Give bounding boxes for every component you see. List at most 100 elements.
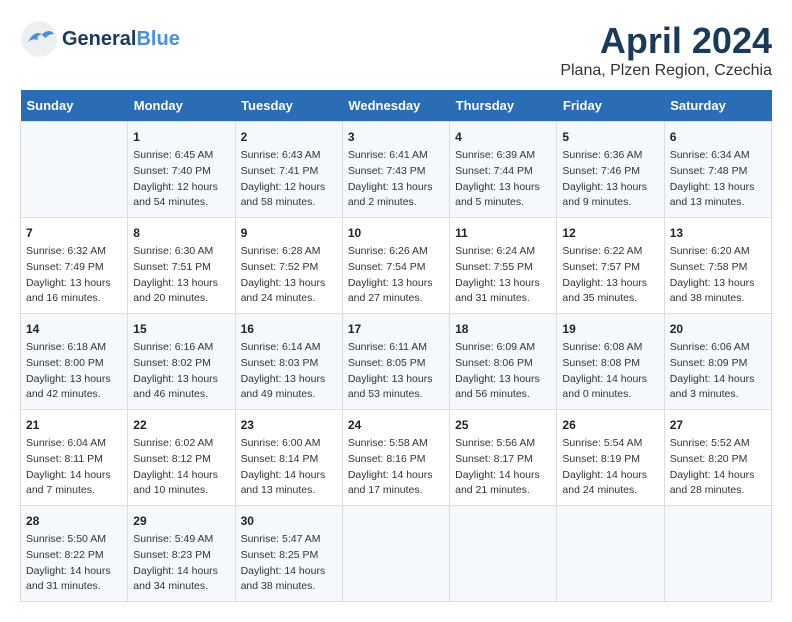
day-info: Sunrise: 6:00 AM Sunset: 8:14 PM Dayligh…	[241, 436, 337, 499]
logo-blue: Blue	[136, 28, 179, 50]
calendar-cell: 22 Sunrise: 6:02 AM Sunset: 8:12 PM Dayli…	[128, 410, 235, 506]
day-number: 27	[670, 416, 766, 434]
calendar-cell: 30 Sunrise: 5:47 AM Sunset: 8:25 PM Dayli…	[235, 506, 342, 602]
day-number: 16	[241, 320, 337, 338]
day-header-saturday: Saturday	[664, 90, 771, 122]
calendar-cell: 20Sunrise: 6:06 AM Sunset: 8:09 PM Dayli…	[664, 314, 771, 410]
calendar-cell	[557, 506, 664, 602]
day-header-monday: Monday	[128, 90, 235, 122]
day-header-thursday: Thursday	[450, 90, 557, 122]
day-number: 25	[455, 416, 551, 434]
day-info: Sunrise: 5:47 AM Sunset: 8:25 PM Dayligh…	[241, 532, 337, 595]
day-number: 1	[133, 128, 229, 146]
day-number: 2	[241, 128, 337, 146]
calendar-cell: 27 Sunrise: 5:52 AM Sunset: 8:20 PM Dayli…	[664, 410, 771, 506]
calendar-title: April 2024	[560, 20, 772, 62]
logo: GeneralBlue	[20, 20, 180, 58]
day-number: 21	[26, 416, 122, 434]
day-number: 23	[241, 416, 337, 434]
calendar-cell	[342, 506, 449, 602]
day-info: Sunrise: 6:08 AM Sunset: 8:08 PM Dayligh…	[562, 340, 658, 403]
day-number: 30	[241, 512, 337, 530]
day-number: 17	[348, 320, 444, 338]
header-row: SundayMondayTuesdayWednesdayThursdayFrid…	[21, 90, 772, 122]
day-info: Sunrise: 5:52 AM Sunset: 8:20 PM Dayligh…	[670, 436, 766, 499]
day-number: 19	[562, 320, 658, 338]
day-number: 26	[562, 416, 658, 434]
day-number: 18	[455, 320, 551, 338]
day-info: Sunrise: 6:06 AM Sunset: 8:09 PM Dayligh…	[670, 340, 766, 403]
day-number: 28	[26, 512, 122, 530]
day-number: 22	[133, 416, 229, 434]
day-header-sunday: Sunday	[21, 90, 128, 122]
day-number: 8	[133, 224, 229, 242]
day-info: Sunrise: 6:41 AM Sunset: 7:43 PM Dayligh…	[348, 148, 444, 211]
calendar-cell: 21 Sunrise: 6:04 AM Sunset: 8:11 PM Dayli…	[21, 410, 128, 506]
calendar-cell: 28 Sunrise: 5:50 AM Sunset: 8:22 PM Dayli…	[21, 506, 128, 602]
day-number: 10	[348, 224, 444, 242]
day-header-tuesday: Tuesday	[235, 90, 342, 122]
calendar-cell	[664, 506, 771, 602]
day-info: Sunrise: 5:58 AM Sunset: 8:16 PM Dayligh…	[348, 436, 444, 499]
calendar-cell: 7Sunrise: 6:32 AM Sunset: 7:49 PM Daylig…	[21, 218, 128, 314]
day-info: Sunrise: 6:32 AM Sunset: 7:49 PM Dayligh…	[26, 244, 122, 307]
page-header: GeneralBlue April 2024 Plana, Plzen Regi…	[20, 20, 772, 80]
day-info: Sunrise: 6:18 AM Sunset: 8:00 PM Dayligh…	[26, 340, 122, 403]
day-info: Sunrise: 5:54 AM Sunset: 8:19 PM Dayligh…	[562, 436, 658, 499]
day-info: Sunrise: 6:11 AM Sunset: 8:05 PM Dayligh…	[348, 340, 444, 403]
calendar-cell: 19 Sunrise: 6:08 AM Sunset: 8:08 PM Dayli…	[557, 314, 664, 410]
calendar-cell: 29 Sunrise: 5:49 AM Sunset: 8:23 PM Dayli…	[128, 506, 235, 602]
day-info: Sunrise: 6:09 AM Sunset: 8:06 PM Dayligh…	[455, 340, 551, 403]
calendar-cell: 5 Sunrise: 6:36 AM Sunset: 7:46 PM Daylig…	[557, 122, 664, 218]
calendar-body: 1Sunrise: 6:45 AM Sunset: 7:40 PM Daylig…	[21, 122, 772, 602]
day-number: 29	[133, 512, 229, 530]
calendar-cell: 24Sunrise: 5:58 AM Sunset: 8:16 PM Dayli…	[342, 410, 449, 506]
day-number: 9	[241, 224, 337, 242]
calendar-week-5: 28 Sunrise: 5:50 AM Sunset: 8:22 PM Dayli…	[21, 506, 772, 602]
day-info: Sunrise: 5:56 AM Sunset: 8:17 PM Dayligh…	[455, 436, 551, 499]
calendar-cell: 16Sunrise: 6:14 AM Sunset: 8:03 PM Dayli…	[235, 314, 342, 410]
day-info: Sunrise: 6:04 AM Sunset: 8:11 PM Dayligh…	[26, 436, 122, 499]
day-info: Sunrise: 6:36 AM Sunset: 7:46 PM Dayligh…	[562, 148, 658, 211]
calendar-cell: 25 Sunrise: 5:56 AM Sunset: 8:17 PM Dayli…	[450, 410, 557, 506]
day-number: 13	[670, 224, 766, 242]
calendar-cell: 11 Sunrise: 6:24 AM Sunset: 7:55 PM Dayli…	[450, 218, 557, 314]
logo-text-block: GeneralBlue	[62, 28, 180, 50]
calendar-week-2: 7Sunrise: 6:32 AM Sunset: 7:49 PM Daylig…	[21, 218, 772, 314]
calendar-cell: 18 Sunrise: 6:09 AM Sunset: 8:06 PM Dayli…	[450, 314, 557, 410]
day-number: 15	[133, 320, 229, 338]
calendar-cell: 17 Sunrise: 6:11 AM Sunset: 8:05 PM Dayli…	[342, 314, 449, 410]
day-header-friday: Friday	[557, 90, 664, 122]
day-info: Sunrise: 6:39 AM Sunset: 7:44 PM Dayligh…	[455, 148, 551, 211]
title-block: April 2024 Plana, Plzen Region, Czechia	[560, 20, 772, 80]
calendar-cell: 10Sunrise: 6:26 AM Sunset: 7:54 PM Dayli…	[342, 218, 449, 314]
day-info: Sunrise: 6:30 AM Sunset: 7:51 PM Dayligh…	[133, 244, 229, 307]
calendar-cell: 6Sunrise: 6:34 AM Sunset: 7:48 PM Daylig…	[664, 122, 771, 218]
day-info: Sunrise: 5:50 AM Sunset: 8:22 PM Dayligh…	[26, 532, 122, 595]
calendar-cell: 9 Sunrise: 6:28 AM Sunset: 7:52 PM Daylig…	[235, 218, 342, 314]
calendar-cell	[450, 506, 557, 602]
day-info: Sunrise: 6:43 AM Sunset: 7:41 PM Dayligh…	[241, 148, 337, 211]
day-number: 3	[348, 128, 444, 146]
day-number: 11	[455, 224, 551, 242]
day-info: Sunrise: 6:16 AM Sunset: 8:02 PM Dayligh…	[133, 340, 229, 403]
calendar-table: SundayMondayTuesdayWednesdayThursdayFrid…	[20, 90, 772, 602]
day-number: 12	[562, 224, 658, 242]
calendar-week-4: 21 Sunrise: 6:04 AM Sunset: 8:11 PM Dayli…	[21, 410, 772, 506]
day-number: 14	[26, 320, 122, 338]
calendar-cell: 14 Sunrise: 6:18 AM Sunset: 8:00 PM Dayli…	[21, 314, 128, 410]
day-number: 4	[455, 128, 551, 146]
day-info: Sunrise: 6:24 AM Sunset: 7:55 PM Dayligh…	[455, 244, 551, 307]
day-number: 5	[562, 128, 658, 146]
day-info: Sunrise: 6:20 AM Sunset: 7:58 PM Dayligh…	[670, 244, 766, 307]
calendar-cell: 4 Sunrise: 6:39 AM Sunset: 7:44 PM Daylig…	[450, 122, 557, 218]
calendar-cell: 8 Sunrise: 6:30 AM Sunset: 7:51 PM Daylig…	[128, 218, 235, 314]
calendar-cell: 23 Sunrise: 6:00 AM Sunset: 8:14 PM Dayli…	[235, 410, 342, 506]
calendar-cell: 2 Sunrise: 6:43 AM Sunset: 7:41 PM Daylig…	[235, 122, 342, 218]
day-info: Sunrise: 6:28 AM Sunset: 7:52 PM Dayligh…	[241, 244, 337, 307]
day-info: Sunrise: 6:34 AM Sunset: 7:48 PM Dayligh…	[670, 148, 766, 211]
day-info: Sunrise: 5:49 AM Sunset: 8:23 PM Dayligh…	[133, 532, 229, 595]
calendar-header: SundayMondayTuesdayWednesdayThursdayFrid…	[21, 90, 772, 122]
day-info: Sunrise: 6:02 AM Sunset: 8:12 PM Dayligh…	[133, 436, 229, 499]
day-info: Sunrise: 6:22 AM Sunset: 7:57 PM Dayligh…	[562, 244, 658, 307]
